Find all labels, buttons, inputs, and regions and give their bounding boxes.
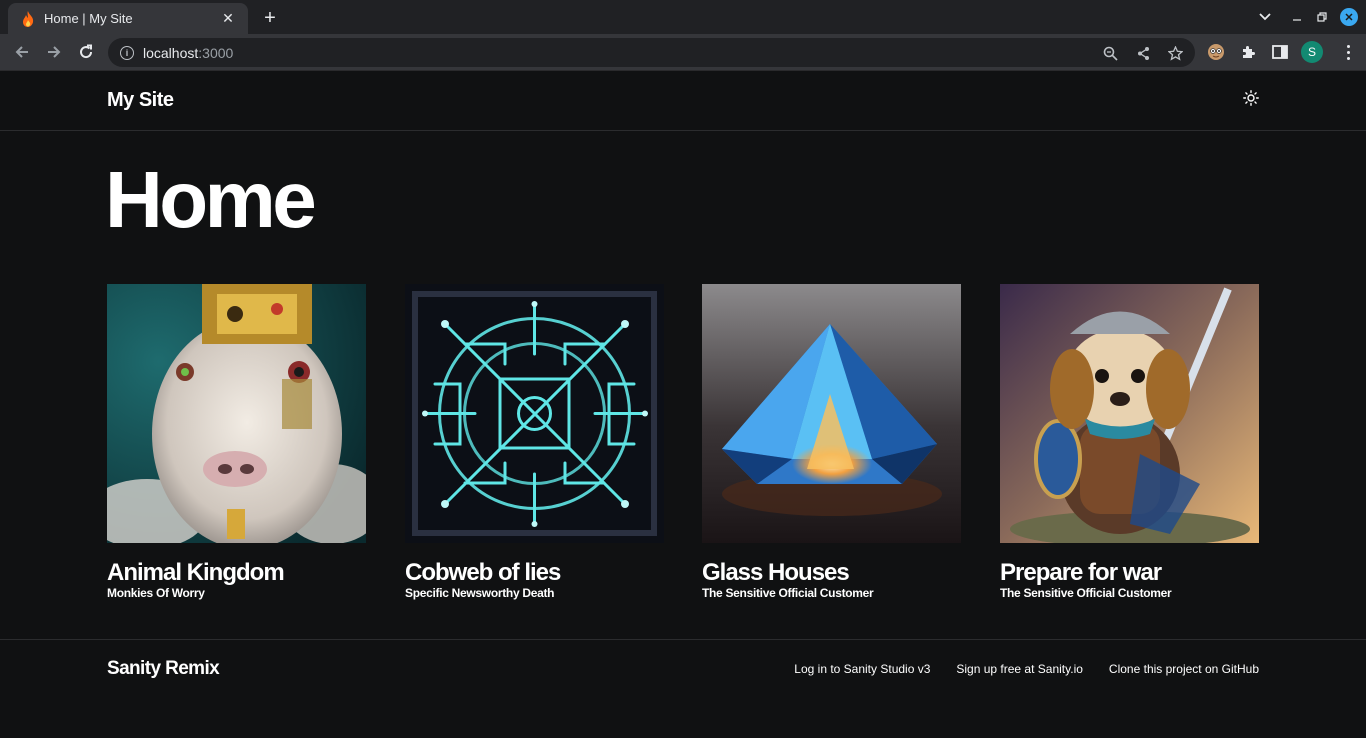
- post-image-glowing-circuit-maze[interactable]: [405, 284, 664, 543]
- close-tab-icon[interactable]: ✕: [218, 9, 238, 29]
- footer-link-sanity-studio[interactable]: Log in to Sanity Studio v3: [794, 662, 930, 676]
- close-window-icon[interactable]: ✕: [1340, 8, 1358, 26]
- post-image-blue-crystal-pyramid[interactable]: [702, 284, 961, 543]
- post-card-cobweb-of-lies[interactable]: Cobweb of lies Specific Newsworthy Death: [405, 284, 664, 600]
- post-image-white-ram-with-crown[interactable]: [107, 284, 366, 543]
- puzzle-icon[interactable]: [1237, 41, 1259, 63]
- site-header: My Site: [0, 72, 1366, 131]
- chevron-down-icon[interactable]: [1255, 7, 1275, 27]
- post-card-glass-houses[interactable]: Glass Houses The Sensitive Official Cust…: [702, 284, 961, 600]
- post-subtitle: Specific Newsworthy Death: [405, 586, 555, 601]
- share-icon[interactable]: [1133, 43, 1153, 63]
- footer-link-sign-up[interactable]: Sign up free at Sanity.io: [956, 662, 1083, 676]
- post-subtitle: Monkies Of Worry: [107, 586, 205, 601]
- site-title-link[interactable]: My Site: [107, 89, 174, 112]
- post-subtitle: The Sensitive Official Customer: [1000, 586, 1172, 601]
- site-footer: Sanity Remix Log in to Sanity Studio v3 …: [0, 639, 1366, 738]
- zoom-icon[interactable]: [1100, 43, 1120, 63]
- restore-icon[interactable]: [1314, 7, 1330, 27]
- browser-toolbar: i localhost:3000 S: [0, 34, 1366, 71]
- profile-avatar[interactable]: S: [1301, 41, 1323, 63]
- back-icon[interactable]: [10, 40, 34, 64]
- footer-link-github[interactable]: Clone this project on GitHub: [1109, 662, 1259, 676]
- menu-icon[interactable]: [1340, 41, 1356, 63]
- footer-title: Sanity Remix: [107, 658, 220, 679]
- extension-avatar-icon[interactable]: [1205, 41, 1227, 63]
- post-card-animal-kingdom[interactable]: Animal Kingdom Monkies Of Worry: [107, 284, 366, 600]
- bookmark-star-icon[interactable]: [1165, 43, 1185, 63]
- post-card-prepare-for-war[interactable]: Prepare for war The Sensitive Official C…: [1000, 284, 1259, 600]
- forward-icon[interactable]: [42, 40, 66, 64]
- fire-icon: [20, 10, 36, 27]
- post-title: Glass Houses: [702, 559, 850, 586]
- info-icon[interactable]: i: [120, 45, 134, 60]
- browser-tab-bar: Home | My Site ✕ + ✕: [0, 0, 1366, 34]
- post-title: Cobweb of lies: [405, 559, 561, 586]
- sun-icon[interactable]: [1241, 88, 1261, 108]
- reload-icon[interactable]: [74, 40, 98, 64]
- browser-tab[interactable]: Home | My Site ✕: [8, 3, 248, 34]
- footer-links: Log in to Sanity Studio v3 Sign up free …: [794, 662, 1259, 676]
- post-image-armored-puppy-with-sword[interactable]: [1000, 284, 1259, 543]
- new-tab-icon[interactable]: +: [258, 6, 282, 30]
- url-port: :3000: [198, 44, 234, 61]
- address-bar[interactable]: i localhost:3000: [108, 38, 1195, 67]
- minimize-icon[interactable]: [1289, 7, 1305, 27]
- post-title: Animal Kingdom: [107, 559, 285, 586]
- side-panel-icon[interactable]: [1269, 41, 1291, 63]
- url-host: localhost: [143, 44, 199, 61]
- page-title: Home: [105, 155, 317, 244]
- post-title: Prepare for war: [1000, 559, 1162, 586]
- post-subtitle: The Sensitive Official Customer: [702, 586, 874, 601]
- tab-title: Home | My Site: [44, 11, 133, 26]
- web-page: My Site Home Animal Kingdom Monkies Of W…: [0, 72, 1366, 738]
